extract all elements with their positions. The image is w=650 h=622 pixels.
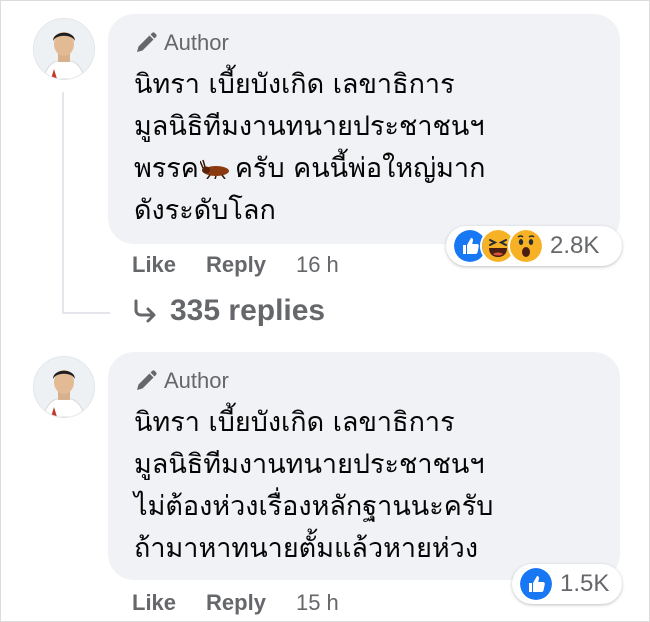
author-badge-label: Author xyxy=(164,368,229,393)
cockroach-emoji-icon xyxy=(199,159,229,180)
comment-bubble: Author นิทรา เบี้ยบังเกิด เลขาธิการ มูลน… xyxy=(108,352,620,580)
comment-timestamp[interactable]: 15 h xyxy=(296,590,339,616)
pencil-icon xyxy=(137,370,157,390)
author-badge: Author xyxy=(134,368,592,394)
like-button[interactable]: Like xyxy=(132,590,176,616)
comment-line: นิทรา เบี้ยบังเกิด เลขาธิการ xyxy=(134,69,455,100)
wow-icon xyxy=(508,228,544,264)
thread-connector-branch xyxy=(62,312,110,314)
like-button[interactable]: Like xyxy=(132,252,176,278)
comment-line: มูลนิธิทีมงานทนายประชาชนฯ xyxy=(134,111,485,142)
comment-text: นิทรา เบี้ยบังเกิด เลขาธิการ มูลนิธิทีมง… xyxy=(134,64,592,232)
view-replies-link[interactable]: 335 replies xyxy=(132,294,325,328)
reaction-summary[interactable]: 1.5K xyxy=(512,564,622,604)
reply-arrow-icon xyxy=(134,299,156,323)
comment-line: พรรค ครับ คนนี้พ่อใหญ่มาก xyxy=(134,148,592,190)
comment-actions: Like Reply 15 h xyxy=(132,590,339,616)
comment-line: มูลนิธิทีมงานทนายประชาชนฯ xyxy=(134,449,485,480)
comment-bubble: Author นิทรา เบี้ยบังเกิด เลขาธิการ มูลน… xyxy=(108,14,620,244)
reaction-count: 2.8K xyxy=(550,232,600,259)
comment-text: นิทรา เบี้ยบังเกิด เลขาธิการ มูลนิธิทีมง… xyxy=(134,402,592,570)
author-badge-label: Author xyxy=(164,30,229,55)
author-badge: Author xyxy=(134,30,592,56)
comment-line: ถ้ามาหาทนายตั้มแล้วหายห่วง xyxy=(134,533,479,564)
reply-button[interactable]: Reply xyxy=(206,252,266,278)
reaction-summary[interactable]: 2.8K xyxy=(446,226,622,266)
replies-count-label: 335 replies xyxy=(170,294,326,327)
comment-line: ไม่ต้องห่วงเรื่องหลักฐานนะครับ xyxy=(134,491,494,522)
commenter-avatar[interactable] xyxy=(33,18,95,80)
reaction-count: 1.5K xyxy=(560,570,610,597)
like-icon xyxy=(518,566,554,602)
comment-actions: Like Reply 16 h xyxy=(132,252,339,278)
comment-line: นิทรา เบี้ยบังเกิด เลขาธิการ xyxy=(134,407,455,438)
comment-timestamp[interactable]: 16 h xyxy=(296,252,339,278)
reply-button[interactable]: Reply xyxy=(206,590,266,616)
comment-line-segment: พรรค xyxy=(134,153,199,184)
commenter-avatar[interactable] xyxy=(33,356,95,418)
pencil-icon xyxy=(137,32,157,52)
thread-connector-line xyxy=(62,92,64,314)
comment-line-segment: ครับ คนนี้พ่อใหญ่มาก xyxy=(234,153,486,184)
